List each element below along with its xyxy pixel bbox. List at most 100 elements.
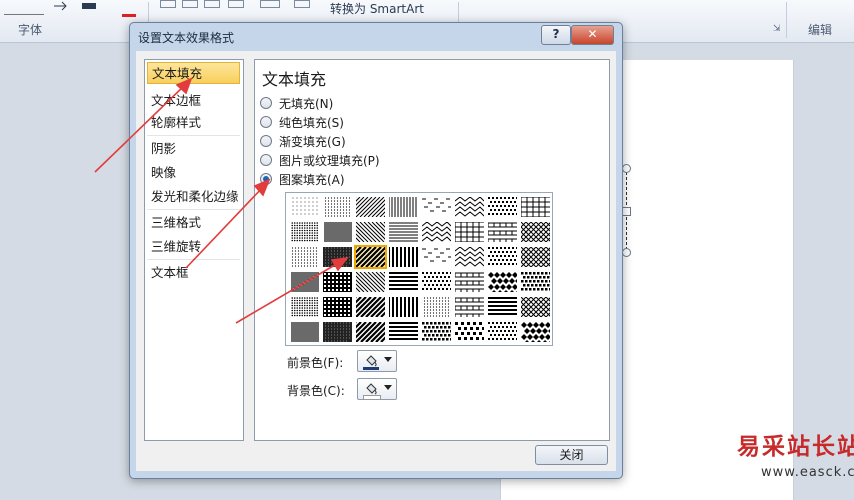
pattern-swatch[interactable]	[388, 221, 419, 243]
pattern-swatch[interactable]	[487, 246, 518, 268]
resize-handle[interactable]	[622, 207, 631, 216]
panel-title: 文本填充	[262, 70, 327, 89]
pattern-swatch[interactable]	[454, 271, 485, 293]
pattern-swatch[interactable]	[388, 321, 419, 343]
category-item[interactable]: 文本边框	[147, 90, 240, 112]
format-text-effects-dialog: 设置文本效果格式 ? ✕ 文本填充文本边框 轮廓样式阴影 映像 发光和柔化边缘 三维格式…	[129, 22, 623, 479]
help-button[interactable]: ?	[541, 25, 571, 45]
pattern-swatch[interactable]	[454, 246, 485, 268]
pattern-swatch[interactable]	[421, 196, 452, 218]
close-button[interactable]: 关闭	[535, 445, 608, 465]
dialog-title: 设置文本效果格式	[138, 31, 235, 45]
category-item[interactable]: 三维旋转	[147, 236, 240, 258]
ribbon-columns-icon[interactable]	[294, 0, 310, 8]
pattern-swatch[interactable]	[421, 271, 452, 293]
category-divider	[147, 209, 240, 210]
background-color-button[interactable]	[357, 378, 397, 400]
pattern-swatch[interactable]	[421, 321, 452, 343]
pattern-swatch[interactable]	[289, 296, 320, 318]
font-group-label: 字体	[18, 23, 43, 37]
watermark-url: www.easck.com	[761, 465, 854, 480]
fill-panel: 文本填充 无填充(N) 纯色填充(S) 渐变填充(G) 图片或纹理填充(P) 图案填充(…	[254, 59, 610, 441]
ribbon-align-center-icon[interactable]	[182, 0, 198, 8]
fill-option-label: 无填充(N)	[279, 97, 334, 111]
pattern-swatch[interactable]	[388, 296, 419, 318]
pattern-swatch[interactable]	[421, 296, 452, 318]
foreground-color-button[interactable]	[357, 350, 397, 372]
radio-button[interactable]	[260, 173, 272, 185]
radio-button[interactable]	[260, 154, 272, 166]
pattern-swatch[interactable]	[520, 321, 551, 343]
pattern-swatch[interactable]	[454, 321, 485, 343]
ribbon-format-icon[interactable]	[52, 0, 68, 14]
pattern-swatch[interactable]	[289, 196, 320, 218]
pattern-swatch[interactable]	[487, 196, 518, 218]
dialog-body: 文本填充 文本边框 轮廓样式 阴影 映像 发光和柔化边缘 三维格式 三维旋转 文本框 文本填充 …	[136, 51, 616, 471]
pattern-swatch[interactable]	[388, 196, 419, 218]
resize-handle[interactable]	[622, 164, 631, 173]
pattern-swatch[interactable]	[289, 246, 320, 268]
pattern-swatch[interactable]	[487, 296, 518, 318]
resize-handle[interactable]	[622, 248, 631, 257]
ribbon-align-left-icon[interactable]	[160, 0, 176, 8]
pattern-swatch[interactable]	[520, 296, 551, 318]
ribbon-align-right-icon[interactable]	[204, 0, 220, 8]
category-list: 文本填充文本边框 轮廓样式阴影 映像 发光和柔化边缘 三维格式 三维旋转文本框	[144, 59, 244, 441]
pattern-swatch[interactable]	[355, 296, 386, 318]
ribbon-case-icon[interactable]	[80, 0, 100, 14]
smartart-label: 转换为 SmartArt	[330, 2, 424, 16]
pattern-swatch[interactable]	[322, 321, 353, 343]
pattern-swatch[interactable]	[355, 271, 386, 293]
category-item[interactable]: 文本框	[147, 262, 240, 284]
fill-option-label: 纯色填充(S)	[279, 116, 344, 130]
pattern-swatch[interactable]	[520, 221, 551, 243]
pattern-swatch[interactable]	[520, 196, 551, 218]
category-item[interactable]: 轮廓样式	[147, 112, 240, 134]
pattern-swatch[interactable]	[388, 246, 419, 268]
radio-button[interactable]	[260, 116, 272, 128]
pattern-swatch[interactable]	[520, 271, 551, 293]
radio-button[interactable]	[260, 135, 272, 147]
edit-group-label: 编辑	[808, 23, 833, 37]
pattern-swatch[interactable]	[520, 246, 551, 268]
pattern-swatch[interactable]	[355, 321, 386, 343]
pattern-swatch[interactable]	[322, 246, 353, 268]
category-item[interactable]: 三维格式	[147, 212, 240, 234]
pattern-swatch[interactable]	[487, 271, 518, 293]
pattern-swatch[interactable]	[487, 321, 518, 343]
pattern-swatch[interactable]	[421, 221, 452, 243]
radio-button[interactable]	[260, 97, 272, 109]
pattern-swatch[interactable]	[322, 196, 353, 218]
ribbon-justify-icon[interactable]	[228, 0, 244, 8]
dialog-launcher-icon[interactable]: ⇲	[773, 24, 781, 34]
pattern-swatch[interactable]	[289, 271, 320, 293]
pattern-swatch[interactable]	[454, 196, 485, 218]
foreground-color-label: 前景色(F):	[287, 356, 344, 370]
category-item[interactable]: 发光和柔化边缘	[147, 186, 240, 208]
pattern-swatch[interactable]	[421, 246, 452, 268]
pattern-swatch[interactable]	[322, 221, 353, 243]
close-x-button[interactable]: ✕	[571, 25, 614, 45]
pattern-swatch[interactable]	[289, 321, 320, 343]
ribbon-font-color-button[interactable]	[122, 0, 136, 17]
pattern-swatch[interactable]	[454, 221, 485, 243]
pattern-swatch[interactable]	[354, 245, 387, 269]
paint-bucket-icon	[364, 353, 378, 367]
ribbon-font-button[interactable]	[4, 0, 44, 15]
pattern-swatch[interactable]	[322, 271, 353, 293]
category-item[interactable]: 映像	[147, 162, 240, 184]
pattern-swatch[interactable]	[388, 271, 419, 293]
pattern-swatch[interactable]	[355, 196, 386, 218]
pattern-swatch[interactable]	[454, 296, 485, 318]
category-item[interactable]: 文本填充	[147, 62, 240, 84]
dialog-titlebar[interactable]: 设置文本效果格式 ? ✕	[130, 23, 622, 49]
category-item[interactable]: 阴影	[147, 138, 240, 160]
smartart-button[interactable]: 转换为 SmartArt	[330, 0, 460, 16]
pattern-swatch[interactable]	[289, 221, 320, 243]
fill-option-label: 图案填充(A)	[279, 173, 345, 187]
pattern-swatch[interactable]	[322, 296, 353, 318]
ribbon-list-icon[interactable]	[260, 0, 280, 8]
pattern-swatch[interactable]	[487, 221, 518, 243]
pattern-swatch[interactable]	[355, 221, 386, 243]
paint-bucket-icon	[364, 381, 378, 395]
